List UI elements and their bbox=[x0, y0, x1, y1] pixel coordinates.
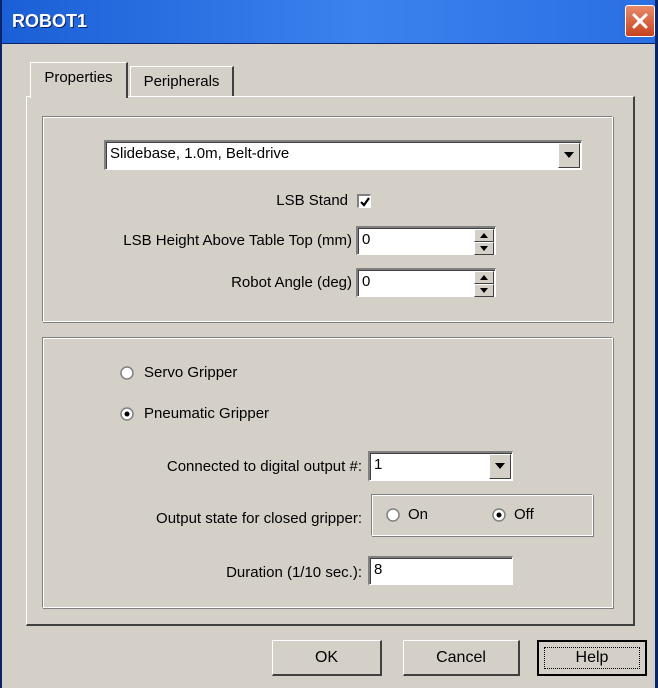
digital-output-label: Connected to digital output #: bbox=[166, 458, 362, 475]
state-off-label[interactable]: Off bbox=[514, 506, 534, 523]
output-state-label: Output state for closed gripper: bbox=[156, 510, 362, 527]
cancel-button-label: Cancel bbox=[436, 649, 486, 666]
base-type-select[interactable]: Slidebase, 1.0m, Belt-drive bbox=[104, 140, 582, 170]
lsb-stand-checkbox[interactable] bbox=[357, 194, 371, 208]
robot-angle-decrement[interactable] bbox=[474, 284, 494, 297]
checkmark-icon bbox=[360, 197, 370, 207]
close-icon bbox=[632, 13, 648, 29]
lsb-height-decrement[interactable] bbox=[474, 242, 494, 255]
help-button-label: Help bbox=[575, 649, 609, 666]
digital-output-select[interactable]: 1 bbox=[368, 451, 513, 481]
lsb-height-label: LSB Height Above Table Top (mm) bbox=[123, 232, 352, 249]
arrow-down-icon bbox=[480, 246, 488, 251]
lsb-height-input[interactable]: 0 bbox=[356, 226, 496, 255]
title-bar[interactable]: ROBOT1 bbox=[2, 0, 655, 44]
duration-input[interactable]: 8 bbox=[368, 556, 513, 585]
robot-angle-label: Robot Angle (deg) bbox=[231, 274, 352, 291]
state-on-radio[interactable] bbox=[386, 508, 400, 522]
chevron-down-icon bbox=[564, 152, 574, 158]
cancel-button[interactable]: Cancel bbox=[403, 640, 520, 676]
state-off-radio[interactable] bbox=[492, 508, 506, 522]
chevron-down-icon bbox=[495, 463, 505, 469]
arrow-up-icon bbox=[480, 233, 488, 238]
robot-angle-input[interactable]: 0 bbox=[356, 268, 496, 297]
base-type-dropdown-button[interactable] bbox=[558, 143, 580, 168]
robot-angle-increment[interactable] bbox=[474, 271, 494, 284]
arrow-down-icon bbox=[480, 288, 488, 293]
duration-value: 8 bbox=[374, 561, 383, 578]
help-button[interactable]: Help bbox=[537, 640, 647, 676]
digital-output-dropdown-button[interactable] bbox=[489, 454, 511, 479]
lsb-height-value: 0 bbox=[362, 231, 371, 248]
lsb-stand-label: LSB Stand bbox=[276, 192, 348, 209]
tab-properties-label: Properties bbox=[44, 69, 113, 86]
ok-button-label: OK bbox=[314, 649, 339, 666]
arrow-up-icon bbox=[480, 275, 488, 280]
tab-peripherals[interactable]: Peripherals bbox=[130, 66, 234, 96]
output-state-group bbox=[371, 494, 593, 536]
state-on-label[interactable]: On bbox=[408, 506, 428, 523]
servo-gripper-label[interactable]: Servo Gripper bbox=[144, 364, 237, 381]
robot-angle-value: 0 bbox=[362, 273, 371, 290]
window-title: ROBOT1 bbox=[12, 11, 88, 31]
duration-label: Duration (1/10 sec.): bbox=[226, 564, 362, 581]
base-type-value: Slidebase, 1.0m, Belt-drive bbox=[110, 145, 290, 162]
tab-peripherals-label: Peripherals bbox=[143, 73, 220, 90]
robot-properties-dialog: ROBOT1 Properties Peripherals Slidebase,… bbox=[0, 0, 658, 688]
digital-output-value: 1 bbox=[374, 456, 383, 473]
lsb-height-increment[interactable] bbox=[474, 229, 494, 242]
ok-button[interactable]: OK bbox=[272, 640, 382, 676]
pneumatic-gripper-label[interactable]: Pneumatic Gripper bbox=[144, 405, 269, 422]
close-button[interactable] bbox=[625, 5, 655, 37]
tab-properties[interactable]: Properties bbox=[30, 62, 128, 98]
pneumatic-gripper-radio[interactable] bbox=[120, 407, 134, 421]
servo-gripper-radio[interactable] bbox=[120, 366, 134, 380]
